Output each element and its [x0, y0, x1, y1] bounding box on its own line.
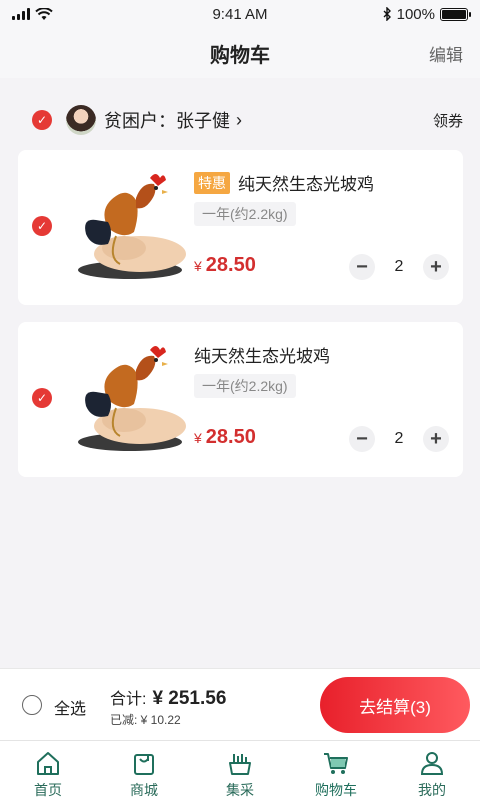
- tab-label: 首页: [34, 782, 62, 798]
- farmer-checkbox[interactable]: ✓: [32, 110, 52, 130]
- currency-symbol: ¥: [194, 430, 202, 446]
- quantity-value: 2: [394, 258, 404, 275]
- tab-label: 集采: [226, 782, 254, 798]
- item-title[interactable]: 纯天然生态光坡鸡: [194, 342, 330, 367]
- tab-cart[interactable]: 购物车: [288, 741, 384, 800]
- cart-icon: [324, 753, 348, 774]
- checkout-bar: 全选 合计: ¥ 251.56 已减: ¥ 10.22 去结算(3): [0, 668, 480, 740]
- tab-label: 我的: [418, 782, 446, 798]
- chicken-product-image: [78, 346, 186, 451]
- item-price: ¥28.50: [194, 254, 256, 277]
- tab-mall[interactable]: 商城: [96, 741, 192, 800]
- currency-symbol: ¥: [194, 258, 202, 274]
- shopping-bag-icon: [134, 754, 154, 775]
- promo-tag: 特惠: [194, 171, 230, 194]
- cart-item-card: ✓ 纯天然生态光坡鸡 一年(约2.2kg) ¥28.50 − 2 +: [18, 322, 463, 477]
- coupon-button[interactable]: 领券: [433, 110, 463, 131]
- item-spec[interactable]: 一年(约2.2kg): [194, 374, 296, 398]
- saved-amount: 已减: ¥ 10.22: [110, 713, 181, 727]
- edit-button[interactable]: 编辑: [429, 41, 463, 66]
- status-time: 9:41 AM: [212, 5, 268, 23]
- tab-profile[interactable]: 我的: [384, 741, 480, 800]
- select-all-checkbox[interactable]: [22, 695, 42, 715]
- chicken-product-image: [78, 174, 186, 279]
- quantity-value: 2: [394, 430, 404, 447]
- status-bar: 9:41 AM 100%: [0, 0, 480, 28]
- cart-item-card: ✓ 特惠 纯天然生态光坡鸡 一年(约2.2kg) ¥28.50 − 2 +: [18, 150, 463, 305]
- page-title: 购物车: [210, 44, 270, 67]
- tab-bar: 首页 商城 集采 购物车 我的: [0, 740, 480, 800]
- total-row: 合计: ¥ 251.56: [110, 685, 226, 710]
- item-title-row: 纯天然生态光坡鸡: [194, 342, 330, 367]
- chevron-right-icon[interactable]: ›: [236, 110, 242, 131]
- decrease-button[interactable]: −: [349, 426, 375, 452]
- increase-button[interactable]: +: [423, 426, 449, 452]
- item-checkbox[interactable]: ✓: [32, 216, 52, 236]
- price-value: 28.50: [205, 254, 256, 276]
- tab-label: 商城: [130, 782, 158, 798]
- quantity-stepper: − 2 +: [349, 254, 449, 280]
- home-icon: [37, 752, 59, 775]
- price-value: 28.50: [205, 426, 256, 448]
- farmer-name[interactable]: 贫困户：张子健: [104, 107, 230, 133]
- checkout-button[interactable]: 去结算(3): [320, 677, 470, 733]
- battery-icon: [440, 7, 471, 21]
- item-title-row: 特惠 纯天然生态光坡鸡: [194, 170, 374, 195]
- increase-button[interactable]: +: [423, 254, 449, 280]
- decrease-button[interactable]: −: [349, 254, 375, 280]
- tab-group-buy[interactable]: 集采: [192, 741, 288, 800]
- tab-home[interactable]: 首页: [0, 741, 96, 800]
- tab-label: 购物车: [315, 782, 357, 798]
- quantity-stepper: − 2 +: [349, 426, 449, 452]
- item-price: ¥28.50: [194, 426, 256, 449]
- select-all-label[interactable]: 全选: [54, 695, 86, 719]
- item-title[interactable]: 纯天然生态光坡鸡: [238, 170, 374, 195]
- nav-bar: 购物车 编辑: [0, 28, 480, 78]
- farmer-row: ✓ 贫困户：张子健 › 领券: [32, 100, 463, 140]
- total-label: 合计:: [110, 691, 147, 708]
- avatar: [66, 105, 96, 135]
- basket-icon: [229, 754, 251, 775]
- total-amount: ¥ 251.56: [152, 688, 227, 709]
- item-checkbox[interactable]: ✓: [32, 388, 52, 408]
- profile-icon: [420, 752, 444, 775]
- item-spec[interactable]: 一年(约2.2kg): [194, 202, 296, 226]
